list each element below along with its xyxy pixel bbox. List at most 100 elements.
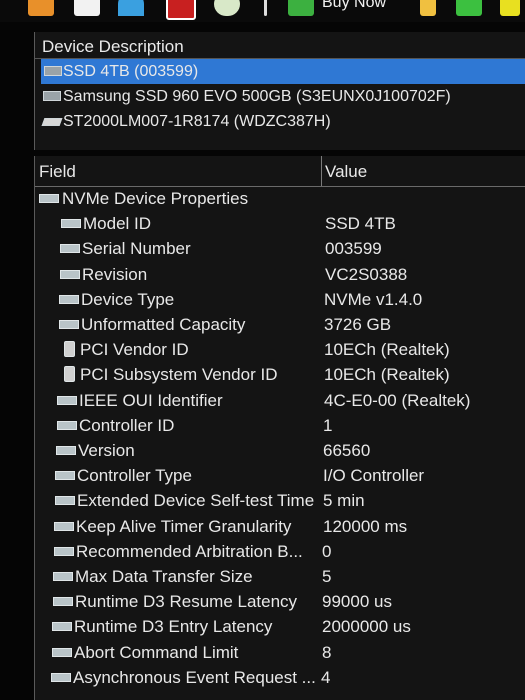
device-item-label: Samsung SSD 960 EVO 500GB (S3EUNX0J10070…	[63, 88, 451, 105]
property-value: 8	[322, 642, 332, 662]
property-field: Model ID	[83, 214, 152, 234]
device-item-label: ST2000LM007-1R8174 (WDZC387H)	[63, 113, 331, 130]
property-row[interactable]: Controller ID 1	[35, 413, 525, 438]
property-row[interactable]: Abort Command Limit 8	[35, 640, 525, 665]
separator-icon	[264, 0, 267, 16]
property-row[interactable]: Asynchronous Event Request ... 4	[35, 665, 525, 690]
property-row[interactable]: PCI Vendor ID 10ECh (Realtek)	[35, 337, 525, 362]
property-field: Controller ID	[79, 415, 175, 435]
device-item[interactable]: ST2000LM007-1R8174 (WDZC387H)	[35, 109, 525, 134]
property-field: PCI Subsystem Vendor ID	[80, 365, 278, 385]
property-value: 10ECh (Realtek)	[324, 340, 450, 360]
property-row[interactable]: Recommended Arbitration B... 0	[35, 539, 525, 564]
ssd-icon[interactable]	[166, 0, 196, 20]
property-row[interactable]: IEEE OUI Identifier 4C-E0-00 (Realtek)	[35, 388, 525, 413]
hdd-icon	[41, 118, 63, 126]
property-value: 3726 GB	[324, 315, 392, 334]
device-item[interactable]: SSD 4TB (003599)	[41, 59, 525, 84]
device-item[interactable]: Samsung SSD 960 EVO 500GB (S3EUNX0J10070…	[35, 84, 525, 109]
device-list-panel: Device Description SSD 4TB (003599) Samsu…	[34, 32, 525, 150]
property-field: Max Data Transfer Size	[75, 567, 253, 586]
property-value: 5	[322, 567, 332, 586]
flame-icon[interactable]	[28, 0, 54, 16]
lightning-icon[interactable]	[420, 0, 436, 16]
property-icon	[59, 294, 79, 304]
property-icon	[60, 269, 80, 279]
property-value: SSD 4TB	[325, 214, 396, 234]
property-icon	[54, 521, 74, 531]
property-row[interactable]: Model ID SSD 4TB	[35, 211, 525, 236]
property-icon	[61, 219, 81, 229]
property-field: Runtime D3 Resume Latency	[75, 592, 298, 612]
property-icon	[60, 244, 80, 254]
arrow-down-icon[interactable]	[456, 0, 482, 16]
disc-icon[interactable]	[214, 0, 240, 16]
property-row[interactable]: Serial Number 003599	[35, 236, 525, 261]
property-value: 10ECh (Realtek)	[324, 365, 450, 385]
property-row[interactable]: Revision VC2S0388	[35, 262, 525, 287]
property-value: 2000000 us	[322, 617, 411, 637]
property-icon	[51, 672, 71, 682]
property-group-row[interactable]: NVMe Device Properties	[35, 186, 525, 211]
property-value: 66560	[323, 441, 371, 460]
property-icon	[55, 496, 75, 506]
value-column-header[interactable]: Value	[325, 162, 367, 182]
property-row[interactable]: PCI Subsystem Vendor ID 10ECh (Realtek)	[35, 362, 525, 387]
property-icon	[55, 471, 75, 481]
property-value: I/O Controller	[323, 466, 425, 486]
device-description-header[interactable]: Device Description	[35, 32, 525, 59]
property-field: IEEE OUI Identifier	[79, 390, 223, 410]
property-icon	[59, 320, 79, 329]
property-row[interactable]: Controller Type I/O Controller	[35, 463, 525, 488]
property-field: Controller Type	[77, 466, 192, 486]
property-row[interactable]: Unformatted Capacity 3726 GB	[35, 312, 525, 337]
property-value: 120000 ms	[323, 516, 408, 536]
property-row[interactable]: Version 66560	[35, 438, 525, 463]
group-label: NVMe Device Properties	[62, 189, 249, 208]
property-icon	[52, 647, 72, 657]
property-value: 0	[322, 541, 332, 561]
field-column-header[interactable]: Field	[39, 162, 76, 182]
property-row[interactable]: Device Type NVMe v1.4.0	[35, 287, 525, 312]
property-field: Extended Device Self-test Time	[77, 491, 315, 511]
property-field: Abort Command Limit	[74, 642, 239, 662]
property-value: 4	[321, 667, 331, 687]
property-row[interactable]: Runtime D3 Entry Latency 2000000 us	[35, 614, 525, 639]
buy-now-icon[interactable]	[288, 0, 314, 16]
property-field: Recommended Arbitration B...	[76, 541, 303, 561]
property-row[interactable]: Max Data Transfer Size 5	[35, 564, 525, 589]
property-field: Unformatted Capacity	[81, 315, 246, 334]
property-field: Serial Number	[82, 239, 191, 259]
property-field: Version	[78, 441, 135, 460]
property-icon	[57, 420, 77, 430]
column-headers: Field Value	[35, 156, 525, 187]
property-icon	[53, 597, 73, 607]
property-icon	[57, 395, 77, 405]
column-divider[interactable]	[321, 156, 322, 186]
property-field: Device Type	[81, 289, 175, 309]
property-field: Keep Alive Timer Granularity	[76, 516, 292, 536]
property-field: PCI Vendor ID	[80, 340, 189, 360]
group-icon	[39, 194, 59, 203]
property-icon	[54, 546, 74, 556]
property-value: NVMe v1.4.0	[324, 289, 423, 309]
property-row[interactable]: Keep Alive Timer Granularity 120000 ms	[35, 514, 525, 539]
property-value: 4C-E0-00 (Realtek)	[324, 390, 471, 410]
device-icon	[64, 341, 75, 358]
property-field: Runtime D3 Entry Latency	[74, 617, 273, 637]
page-icon[interactable]	[74, 0, 100, 16]
network-icon[interactable]	[118, 0, 144, 16]
ssd-icon	[44, 66, 62, 76]
toolbar: Buy Now	[0, 0, 525, 22]
device-item-label: SSD 4TB (003599)	[63, 63, 199, 80]
property-value: 1	[323, 415, 333, 435]
buy-now-label[interactable]: Buy Now	[322, 0, 386, 12]
property-value: VC2S0388	[325, 264, 408, 284]
property-row[interactable]: Runtime D3 Resume Latency 99000 us	[35, 589, 525, 614]
property-row[interactable]: Extended Device Self-test Time 5 min	[35, 488, 525, 513]
property-value: 003599	[325, 239, 382, 259]
property-field: Revision	[82, 264, 148, 284]
property-value: 5 min	[323, 491, 365, 511]
flag-icon[interactable]	[500, 0, 520, 16]
device-icon	[64, 366, 75, 383]
